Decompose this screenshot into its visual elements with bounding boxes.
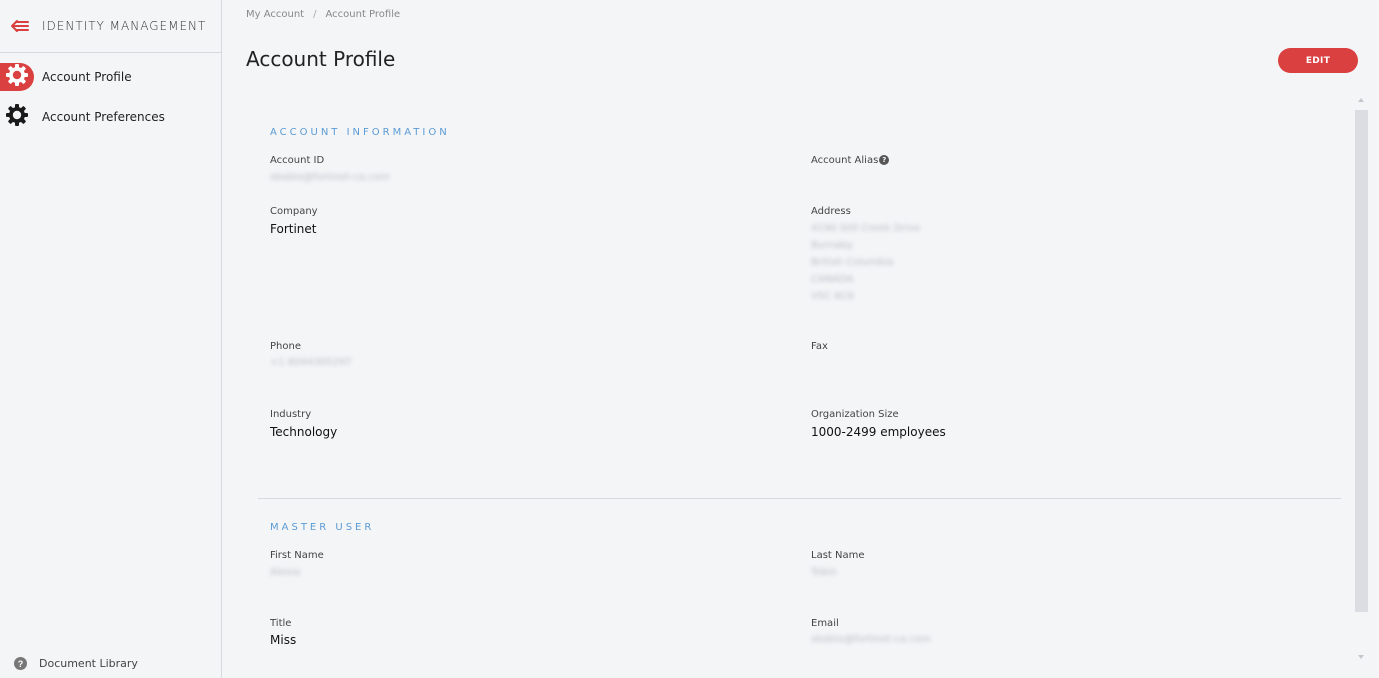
scrollbar-thumb[interactable]	[1355, 110, 1368, 612]
organization-size-label: Organization Size	[811, 409, 899, 420]
section-title-account-information: ACCOUNT INFORMATION	[270, 127, 450, 138]
address-line: Burnaby	[811, 240, 853, 251]
sidebar-item-label: Account Profile	[42, 70, 132, 84]
account-id-value: sbsbtx@fortinet-ca.com	[270, 172, 390, 183]
breadcrumb-separator: /	[313, 9, 317, 20]
sidebar: IDENTITY MANAGEMENT Account Profile Acco…	[0, 0, 222, 678]
section-title-master-user: MASTER USER	[270, 522, 375, 533]
address-line: British Columbia	[811, 257, 894, 268]
collapse-menu-icon[interactable]	[10, 16, 30, 36]
organization-size-value: 1000-2499 employees	[811, 425, 946, 439]
title-label: Title	[270, 618, 292, 629]
breadcrumb-current: Account Profile	[325, 9, 401, 20]
last-name-label: Last Name	[811, 550, 865, 561]
last-name-value: Tobin	[811, 567, 837, 578]
address-line: V5C 6C6	[811, 291, 855, 302]
document-library-label: Document Library	[39, 657, 138, 670]
page-title: Account Profile	[246, 47, 396, 71]
phone-value: +1 6044305297	[270, 357, 352, 368]
first-name-label: First Name	[270, 550, 324, 561]
section-divider	[258, 498, 1341, 499]
fax-label: Fax	[811, 341, 828, 352]
account-id-label: Account ID	[270, 155, 325, 166]
title-value: Miss	[270, 633, 297, 647]
first-name-value: Alexia	[270, 567, 301, 578]
scroll-up-arrow[interactable]	[1358, 98, 1364, 102]
help-icon: ?	[14, 657, 27, 670]
breadcrumb: My Account / Account Profile	[246, 9, 400, 20]
sidebar-title: IDENTITY MANAGEMENT	[42, 19, 207, 33]
sidebar-header: IDENTITY MANAGEMENT	[0, 0, 221, 53]
phone-label: Phone	[270, 341, 301, 352]
address-value: 4190 Still Creek Drive Burnaby British C…	[811, 220, 920, 305]
account-alias-label: Account Alias?	[811, 155, 890, 166]
edit-button[interactable]: EDIT	[1278, 48, 1358, 73]
document-library-link[interactable]: ? Document Library	[14, 657, 138, 670]
industry-label: Industry	[270, 409, 312, 420]
address-line: CANADA	[811, 274, 854, 285]
sidebar-item-label: Account Preferences	[42, 110, 165, 124]
industry-value: Technology	[270, 425, 338, 439]
address-line: 4190 Still Creek Drive	[811, 223, 921, 234]
sidebar-item-account-preferences[interactable]: Account Preferences	[0, 103, 221, 131]
company-value: Fortinet	[270, 222, 317, 236]
sidebar-item-account-profile[interactable]: Account Profile	[0, 63, 221, 91]
scroll-down-arrow[interactable]	[1358, 655, 1364, 659]
breadcrumb-my-account[interactable]: My Account	[246, 9, 304, 20]
gear-icon	[5, 63, 29, 92]
address-label: Address	[811, 206, 851, 217]
gear-icon	[5, 103, 29, 132]
company-label: Company	[270, 206, 318, 217]
email-label: Email	[811, 618, 839, 629]
help-icon[interactable]: ?	[879, 155, 890, 165]
email-value: sbsbtx@fortinet-ca.com	[811, 634, 931, 645]
